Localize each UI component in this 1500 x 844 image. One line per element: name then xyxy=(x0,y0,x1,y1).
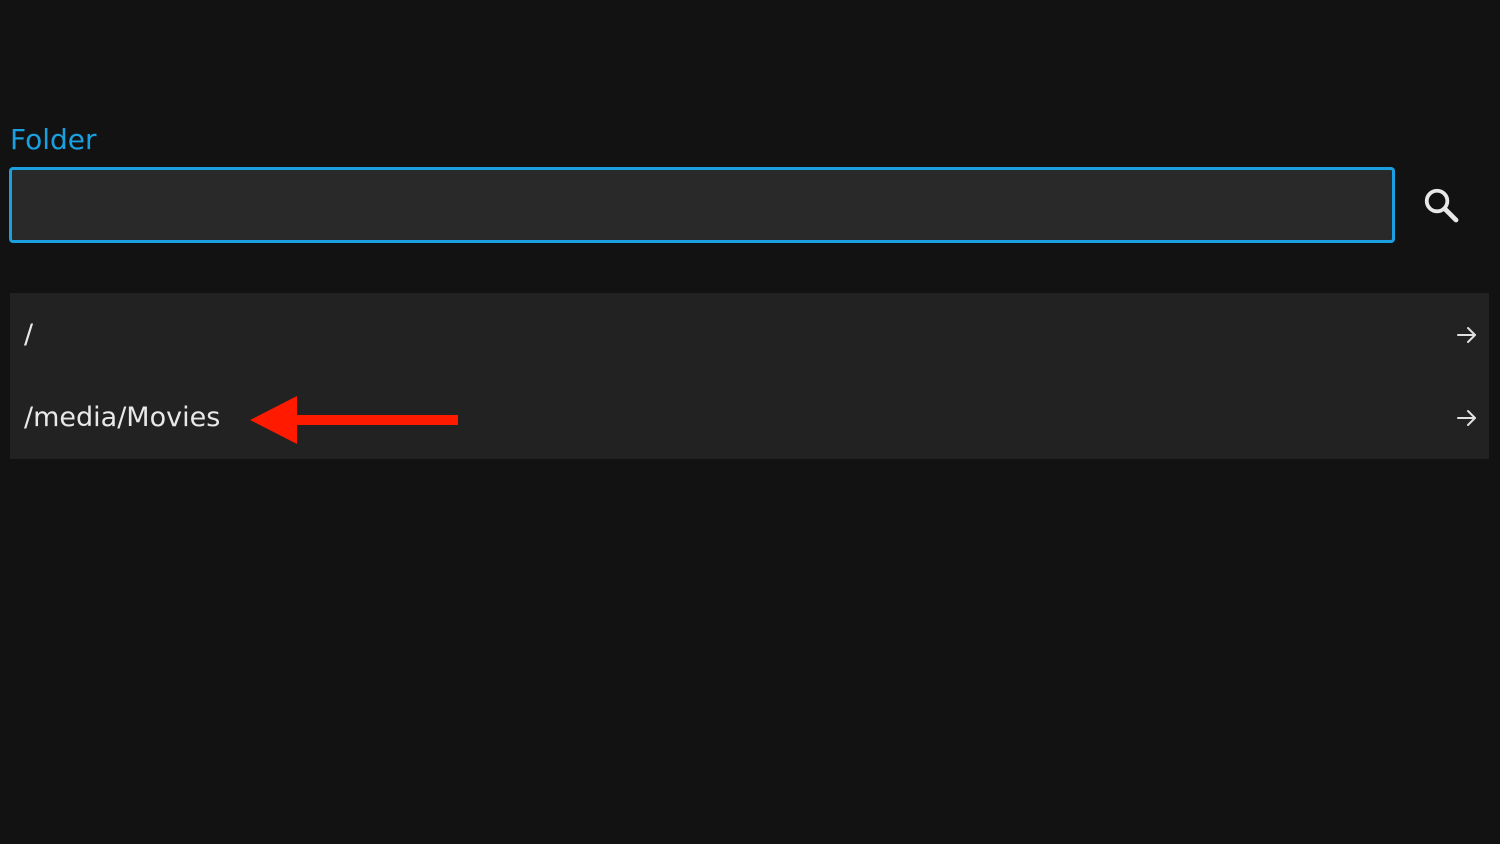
folder-input[interactable] xyxy=(9,167,1395,243)
folder-list: / /media/Movies xyxy=(10,293,1489,459)
search-button[interactable] xyxy=(1412,176,1470,234)
arrow-right-icon xyxy=(1457,326,1476,343)
folder-item-root[interactable]: / xyxy=(10,293,1489,376)
folder-path: / xyxy=(24,319,34,350)
folder-label: Folder xyxy=(10,123,97,156)
folder-picker-page: Folder / /media/Movies xyxy=(0,0,1500,844)
search-icon xyxy=(1424,188,1459,223)
folder-path: /media/Movies xyxy=(24,402,221,433)
folder-item-media-movies[interactable]: /media/Movies xyxy=(10,376,1489,459)
arrow-right-icon xyxy=(1457,409,1476,426)
